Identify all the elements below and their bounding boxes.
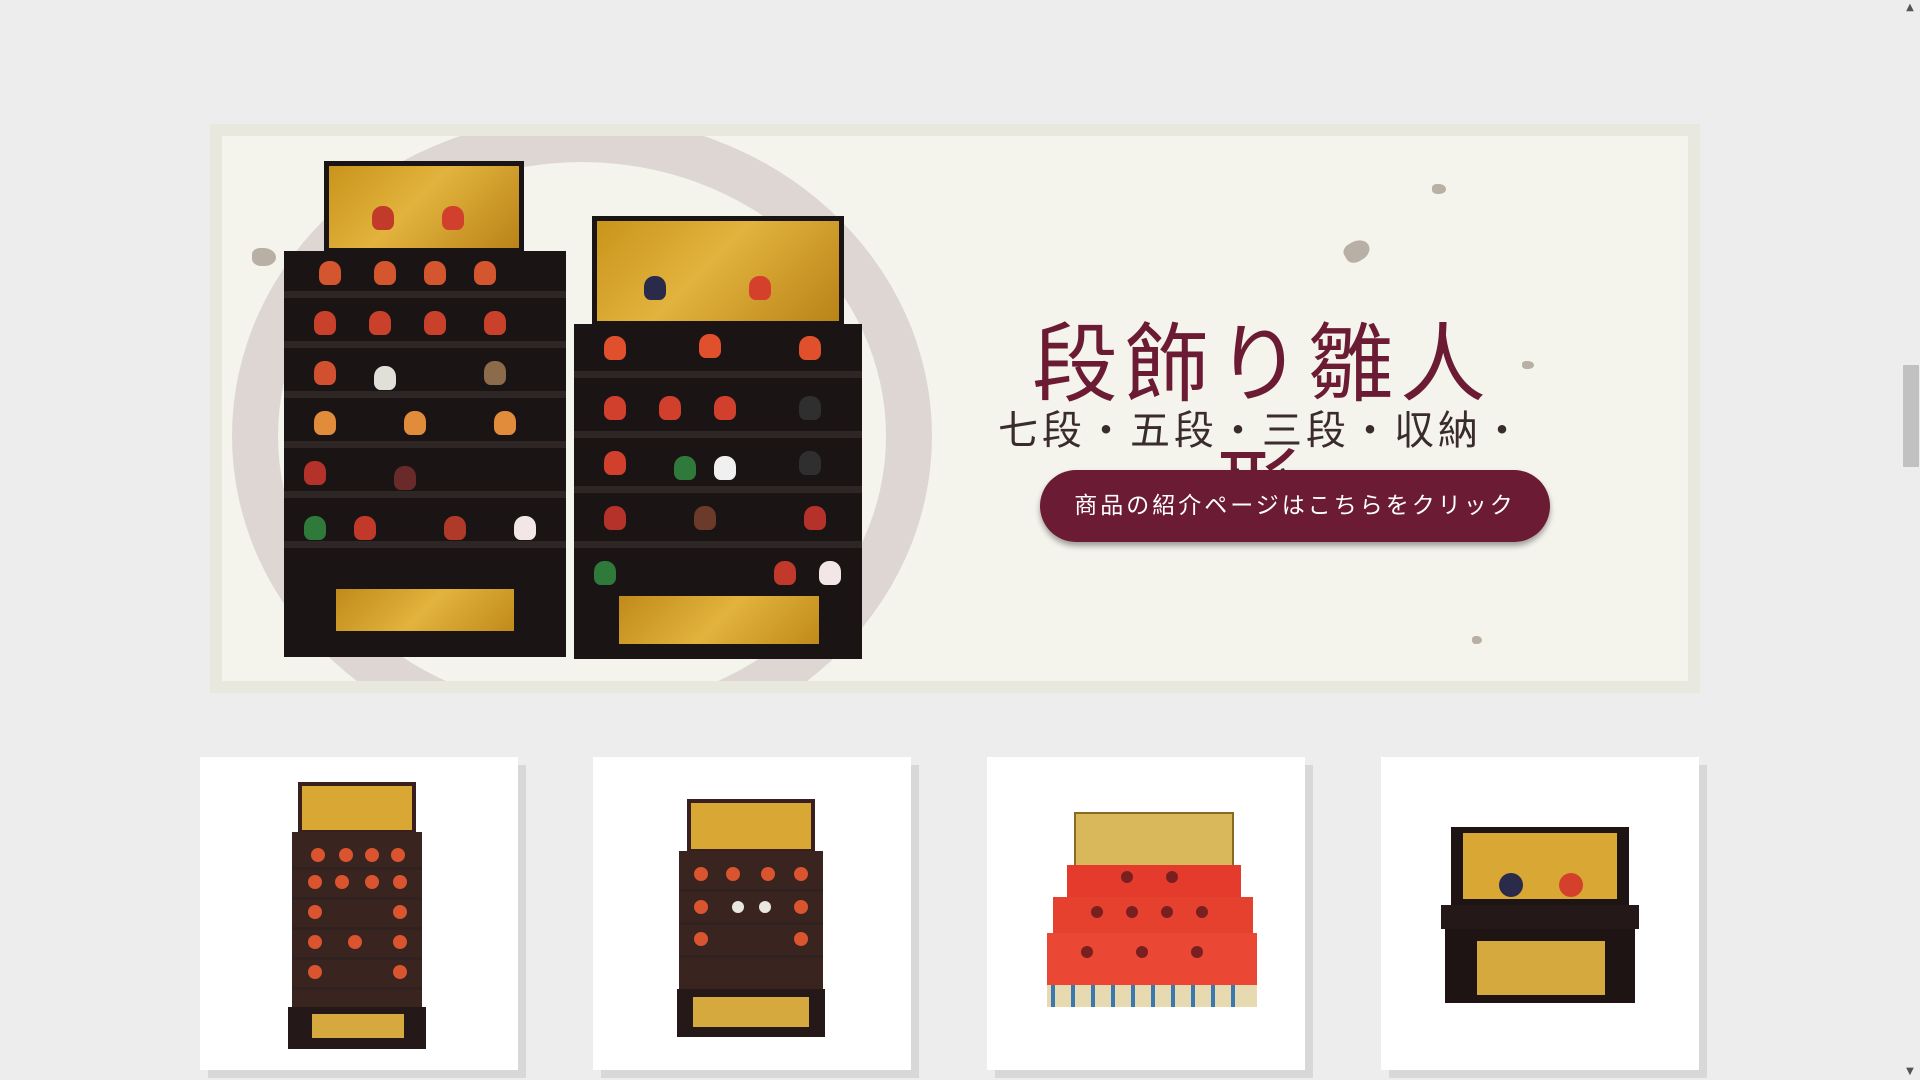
page-scrollbar[interactable]: ▲ ▼ [1900,0,1920,1080]
product-card-five-tier[interactable] [593,757,911,1070]
hina-banner[interactable]: 段飾り雛人形 七段・五段・三段・収納・高床 商品の紹介ページはこちらをクリック [210,124,1700,693]
paper-fleck [252,248,276,266]
paper-fleck [1340,235,1374,267]
product-intro-button[interactable]: 商品の紹介ページはこちらをクリック [1040,470,1550,542]
scroll-down-arrow-icon[interactable]: ▼ [1904,1066,1916,1078]
paper-fleck [1522,361,1534,369]
three-tier-red-display-image [1047,812,1257,1007]
scroll-up-arrow-icon[interactable]: ▲ [1904,2,1916,14]
product-card-seven-tier[interactable] [200,757,518,1070]
five-tier-display-illustration [574,216,862,659]
five-tier-display-image [677,799,825,1037]
banner-background: 段飾り雛人形 七段・五段・三段・収納・高床 商品の紹介ページはこちらをクリック [222,136,1688,681]
seven-tier-display-illustration [284,161,566,657]
seven-tier-display-image [288,782,426,1049]
product-card-storage[interactable] [1381,757,1699,1070]
storage-display-image [1441,827,1639,1003]
product-grid [200,757,1700,1080]
scroll-thumb[interactable] [1903,365,1919,467]
paper-fleck [1472,636,1482,644]
product-card-three-tier[interactable] [987,757,1305,1070]
paper-fleck [1432,184,1446,194]
